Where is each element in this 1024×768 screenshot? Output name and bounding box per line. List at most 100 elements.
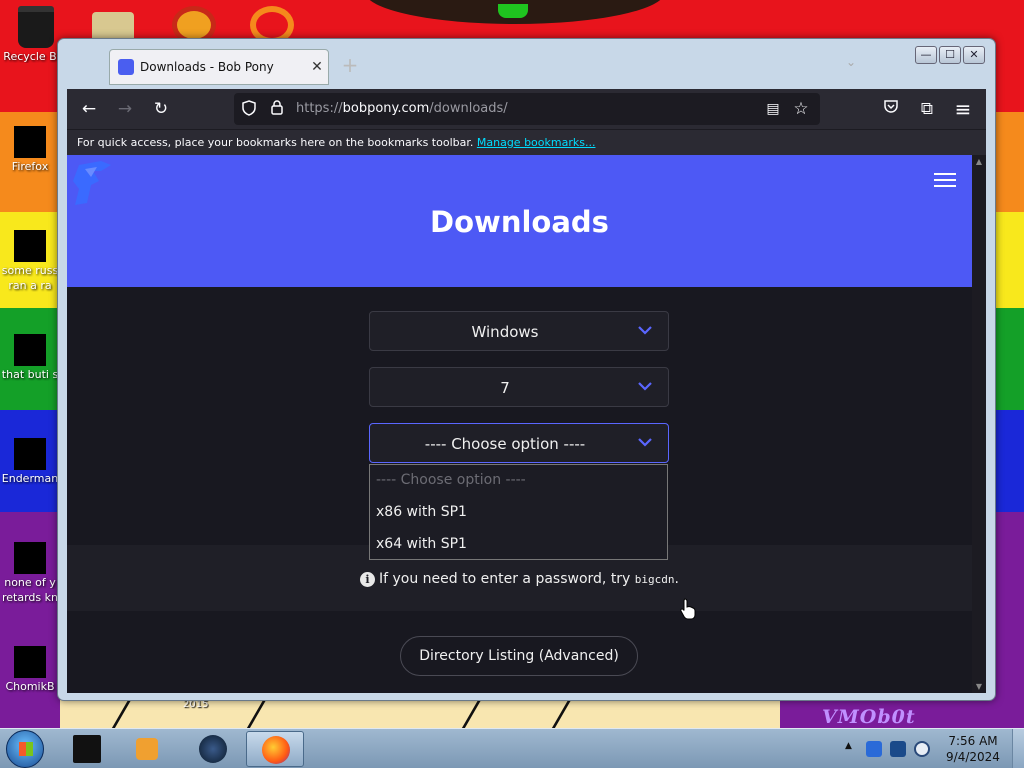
dropdown-option[interactable]: ---- Choose option ---- [370,465,667,497]
desktop-icon-label: some russ [1,264,59,277]
new-tab-button[interactable]: + [338,53,362,77]
recycle-bin-icon [18,6,54,48]
url-domain: bobpony.com [342,101,430,116]
app-icon [73,735,101,763]
taskbar-app[interactable] [184,731,242,767]
os-select-value: Windows [471,323,539,341]
shield-icon[interactable] [240,100,258,118]
directory-listing-button[interactable]: Directory Listing (Advanced) [400,636,638,676]
maximize-button[interactable]: ☐ [939,46,961,64]
version-select[interactable]: 7 [369,367,669,407]
extensions-button[interactable]: ⧉ [915,97,939,121]
password-hint-text: If you need to enter a password, try [379,571,635,587]
desktop-icon-label: Enderman [1,472,59,485]
url-path: /downloads/ [429,101,508,116]
browser-window: Downloads - Bob Pony ✕ + ⌄ — ☐ ✕ ← → ↻ h… [57,38,996,701]
globe-icon [199,735,227,763]
desktop-icon-chomikbox[interactable]: ChomikB [0,646,64,693]
desktop-icon-firefox[interactable]: Firefox [0,126,64,173]
hamburger-menu-icon[interactable] [934,173,956,187]
bookmark-star-icon[interactable]: ☆ [792,100,810,118]
page-content: Downloads Windows 7 ---- Choose option -… [67,155,972,693]
os-select[interactable]: Windows [369,311,669,351]
clock-date: 9/4/2024 [946,750,1000,764]
media-player-icon [136,738,158,760]
dropdown-option[interactable]: x86 with SP1 [370,497,667,529]
chevron-down-icon [638,382,652,391]
dropdown-option[interactable]: x64 with SP1 [370,529,667,561]
desktop-icon-label: that buti s [1,368,59,381]
option-dropdown-list: ---- Choose option ---- x86 with SP1 x64… [369,464,668,560]
desktop-icon-file[interactable]: none of y retards kn [0,542,64,604]
minimize-button[interactable]: — [915,46,937,64]
hand-cursor-icon [680,598,696,620]
taskbar: ▲ 7:56 AM 9/4/2024 [0,728,1024,768]
show-hidden-icons-button[interactable]: ▲ [845,741,852,751]
app-menu-button[interactable]: ≡ [951,97,975,121]
forward-button[interactable]: → [113,97,137,121]
chevron-down-icon [638,326,652,335]
desktop-icon-file[interactable]: that buti s [0,334,64,381]
option-select-value: ---- Choose option ---- [424,435,586,453]
nav-toolbar: ← → ↻ https://bobpony.com/downloads/ ▤ ☆… [67,89,986,129]
scroll-up-arrow[interactable]: ▲ [974,157,984,166]
windows-logo-icon [19,742,33,756]
version-select-value: 7 [500,379,510,397]
tab-title: Downloads - Bob Pony [140,60,274,74]
reload-button[interactable]: ↻ [149,97,173,121]
browser-body: ← → ↻ https://bobpony.com/downloads/ ▤ ☆… [67,89,986,693]
scroll-down-arrow[interactable]: ▼ [974,682,984,691]
page-header: Downloads [67,155,972,287]
wallpaper-cartoon [60,700,780,728]
url-text[interactable]: https://bobpony.com/downloads/ [296,101,508,116]
info-icon: i [360,572,375,587]
start-button[interactable] [6,730,44,768]
back-button[interactable]: ← [77,97,101,121]
tab-downloads[interactable]: Downloads - Bob Pony ✕ [109,49,329,85]
reader-view-icon[interactable]: ▤ [764,100,782,118]
firefox-icon [262,736,290,764]
tray-app-icon[interactable] [866,741,882,757]
favicon-icon [118,59,134,75]
desktop-icon-recycle-bin[interactable]: Recycle B [0,6,64,63]
desktop-icon-label: retards kn [2,591,58,604]
taskbar-firefox[interactable] [246,731,304,767]
option-select[interactable]: ---- Choose option ---- [369,423,669,463]
volume-icon[interactable] [914,741,930,757]
url-scheme: https:// [296,101,343,116]
manage-bookmarks-link[interactable]: Manage bookmarks... [477,136,596,149]
bookmarks-hint: For quick access, place your bookmarks h… [77,136,474,149]
desktop-icon-label: none of y [4,576,56,589]
clock-time: 7:56 AM [948,734,998,748]
clock[interactable]: 7:56 AM 9/4/2024 [940,733,1006,765]
close-button[interactable]: ✕ [963,46,985,64]
taskbar-media-player[interactable] [118,731,176,767]
file-icon [14,438,46,470]
pocket-button[interactable] [879,97,903,121]
bookmarks-toolbar: For quick access, place your bookmarks h… [67,129,986,155]
wallpaper-text: VMOb0t [822,706,916,728]
wallpaper-detail [498,4,528,18]
page-scrollbar[interactable]: ▲ ▼ [972,155,986,693]
desktop-icon-label: ran a ra [8,279,52,292]
file-icon [14,646,46,678]
bobpony-logo[interactable] [71,159,117,207]
password-code: bigcdn [634,573,675,586]
desktop-icon-label: Recycle B [3,50,57,63]
network-icon[interactable] [890,741,906,757]
desktop-icon-enderman[interactable]: Enderman [0,438,64,485]
taskbar-app[interactable] [58,731,116,767]
chevron-down-icon [638,438,652,447]
show-desktop-button[interactable] [1012,729,1024,768]
password-hint: i If you need to enter a password, try bi… [67,571,972,587]
file-icon [14,230,46,262]
page-title: Downloads [430,205,609,239]
title-bar[interactable]: Downloads - Bob Pony ✕ + ⌄ — ☐ ✕ [58,39,995,89]
list-tabs-button[interactable]: ⌄ [846,55,856,69]
lock-icon[interactable] [268,100,286,118]
firefox-icon [14,126,46,158]
desktop-icon-file[interactable]: some russ ran a ra [0,230,64,292]
close-tab-icon[interactable]: ✕ [306,59,328,75]
url-bar[interactable]: https://bobpony.com/downloads/ ▤ ☆ [234,93,820,125]
window-controls: — ☐ ✕ [915,46,985,64]
